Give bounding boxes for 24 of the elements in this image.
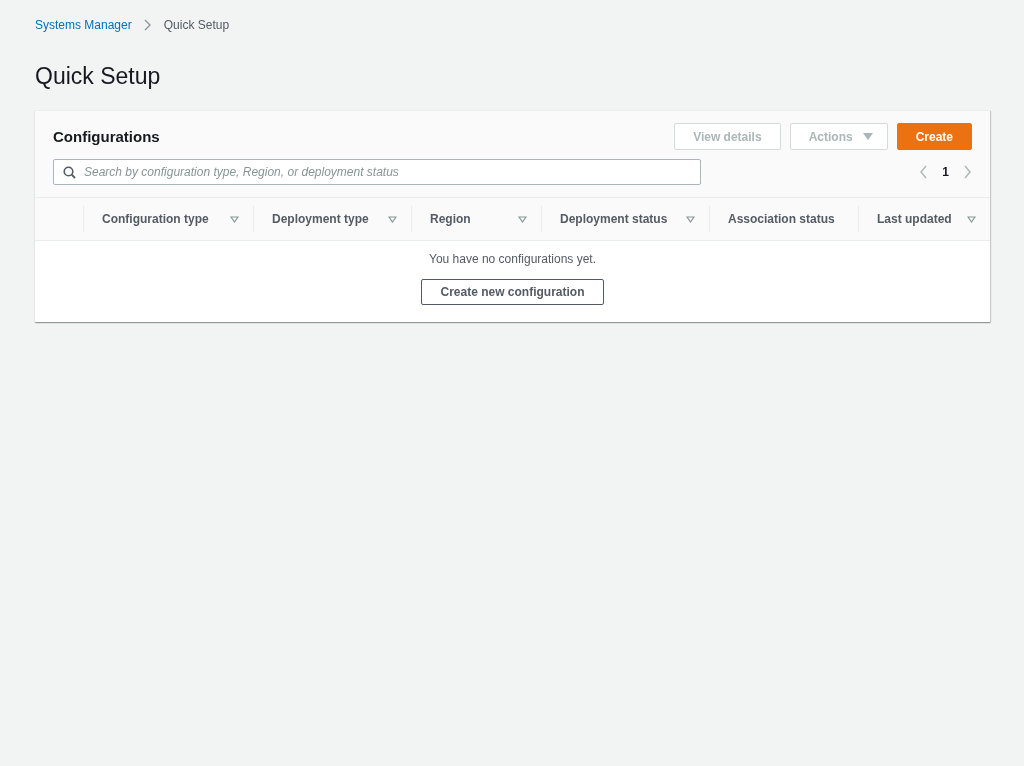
- create-new-configuration-button[interactable]: Create new configuration: [421, 279, 604, 305]
- chevron-right-icon[interactable]: [963, 165, 972, 179]
- sort-icon[interactable]: [518, 215, 527, 223]
- breadcrumb-current: Quick Setup: [163, 18, 230, 32]
- panel-title: Configurations: [53, 128, 160, 145]
- column-header[interactable]: Region: [430, 212, 471, 226]
- column-header[interactable]: Deployment status: [560, 212, 668, 226]
- sort-icon[interactable]: [967, 215, 976, 223]
- column-header[interactable]: Deployment type: [272, 212, 369, 226]
- sort-icon[interactable]: [686, 215, 695, 223]
- chevron-left-icon[interactable]: [919, 165, 929, 179]
- column-header[interactable]: Last updated: [877, 212, 952, 226]
- chevron-right-icon: [143, 19, 152, 31]
- caret-down-icon: [862, 132, 873, 141]
- breadcrumb-link[interactable]: Systems Manager: [35, 18, 132, 32]
- sort-icon[interactable]: [388, 215, 397, 223]
- column-header[interactable]: Association status: [728, 212, 835, 226]
- column-header[interactable]: Configuration type: [102, 212, 209, 226]
- search-field[interactable]: Search by configuration type, Region, or deployment status: [53, 159, 701, 185]
- page-title: Quick Setup: [35, 62, 162, 91]
- empty-message: You have no configurations yet.: [429, 252, 596, 266]
- search-icon: [63, 166, 76, 179]
- page-number[interactable]: 1: [942, 165, 949, 179]
- sort-icon[interactable]: [230, 215, 239, 223]
